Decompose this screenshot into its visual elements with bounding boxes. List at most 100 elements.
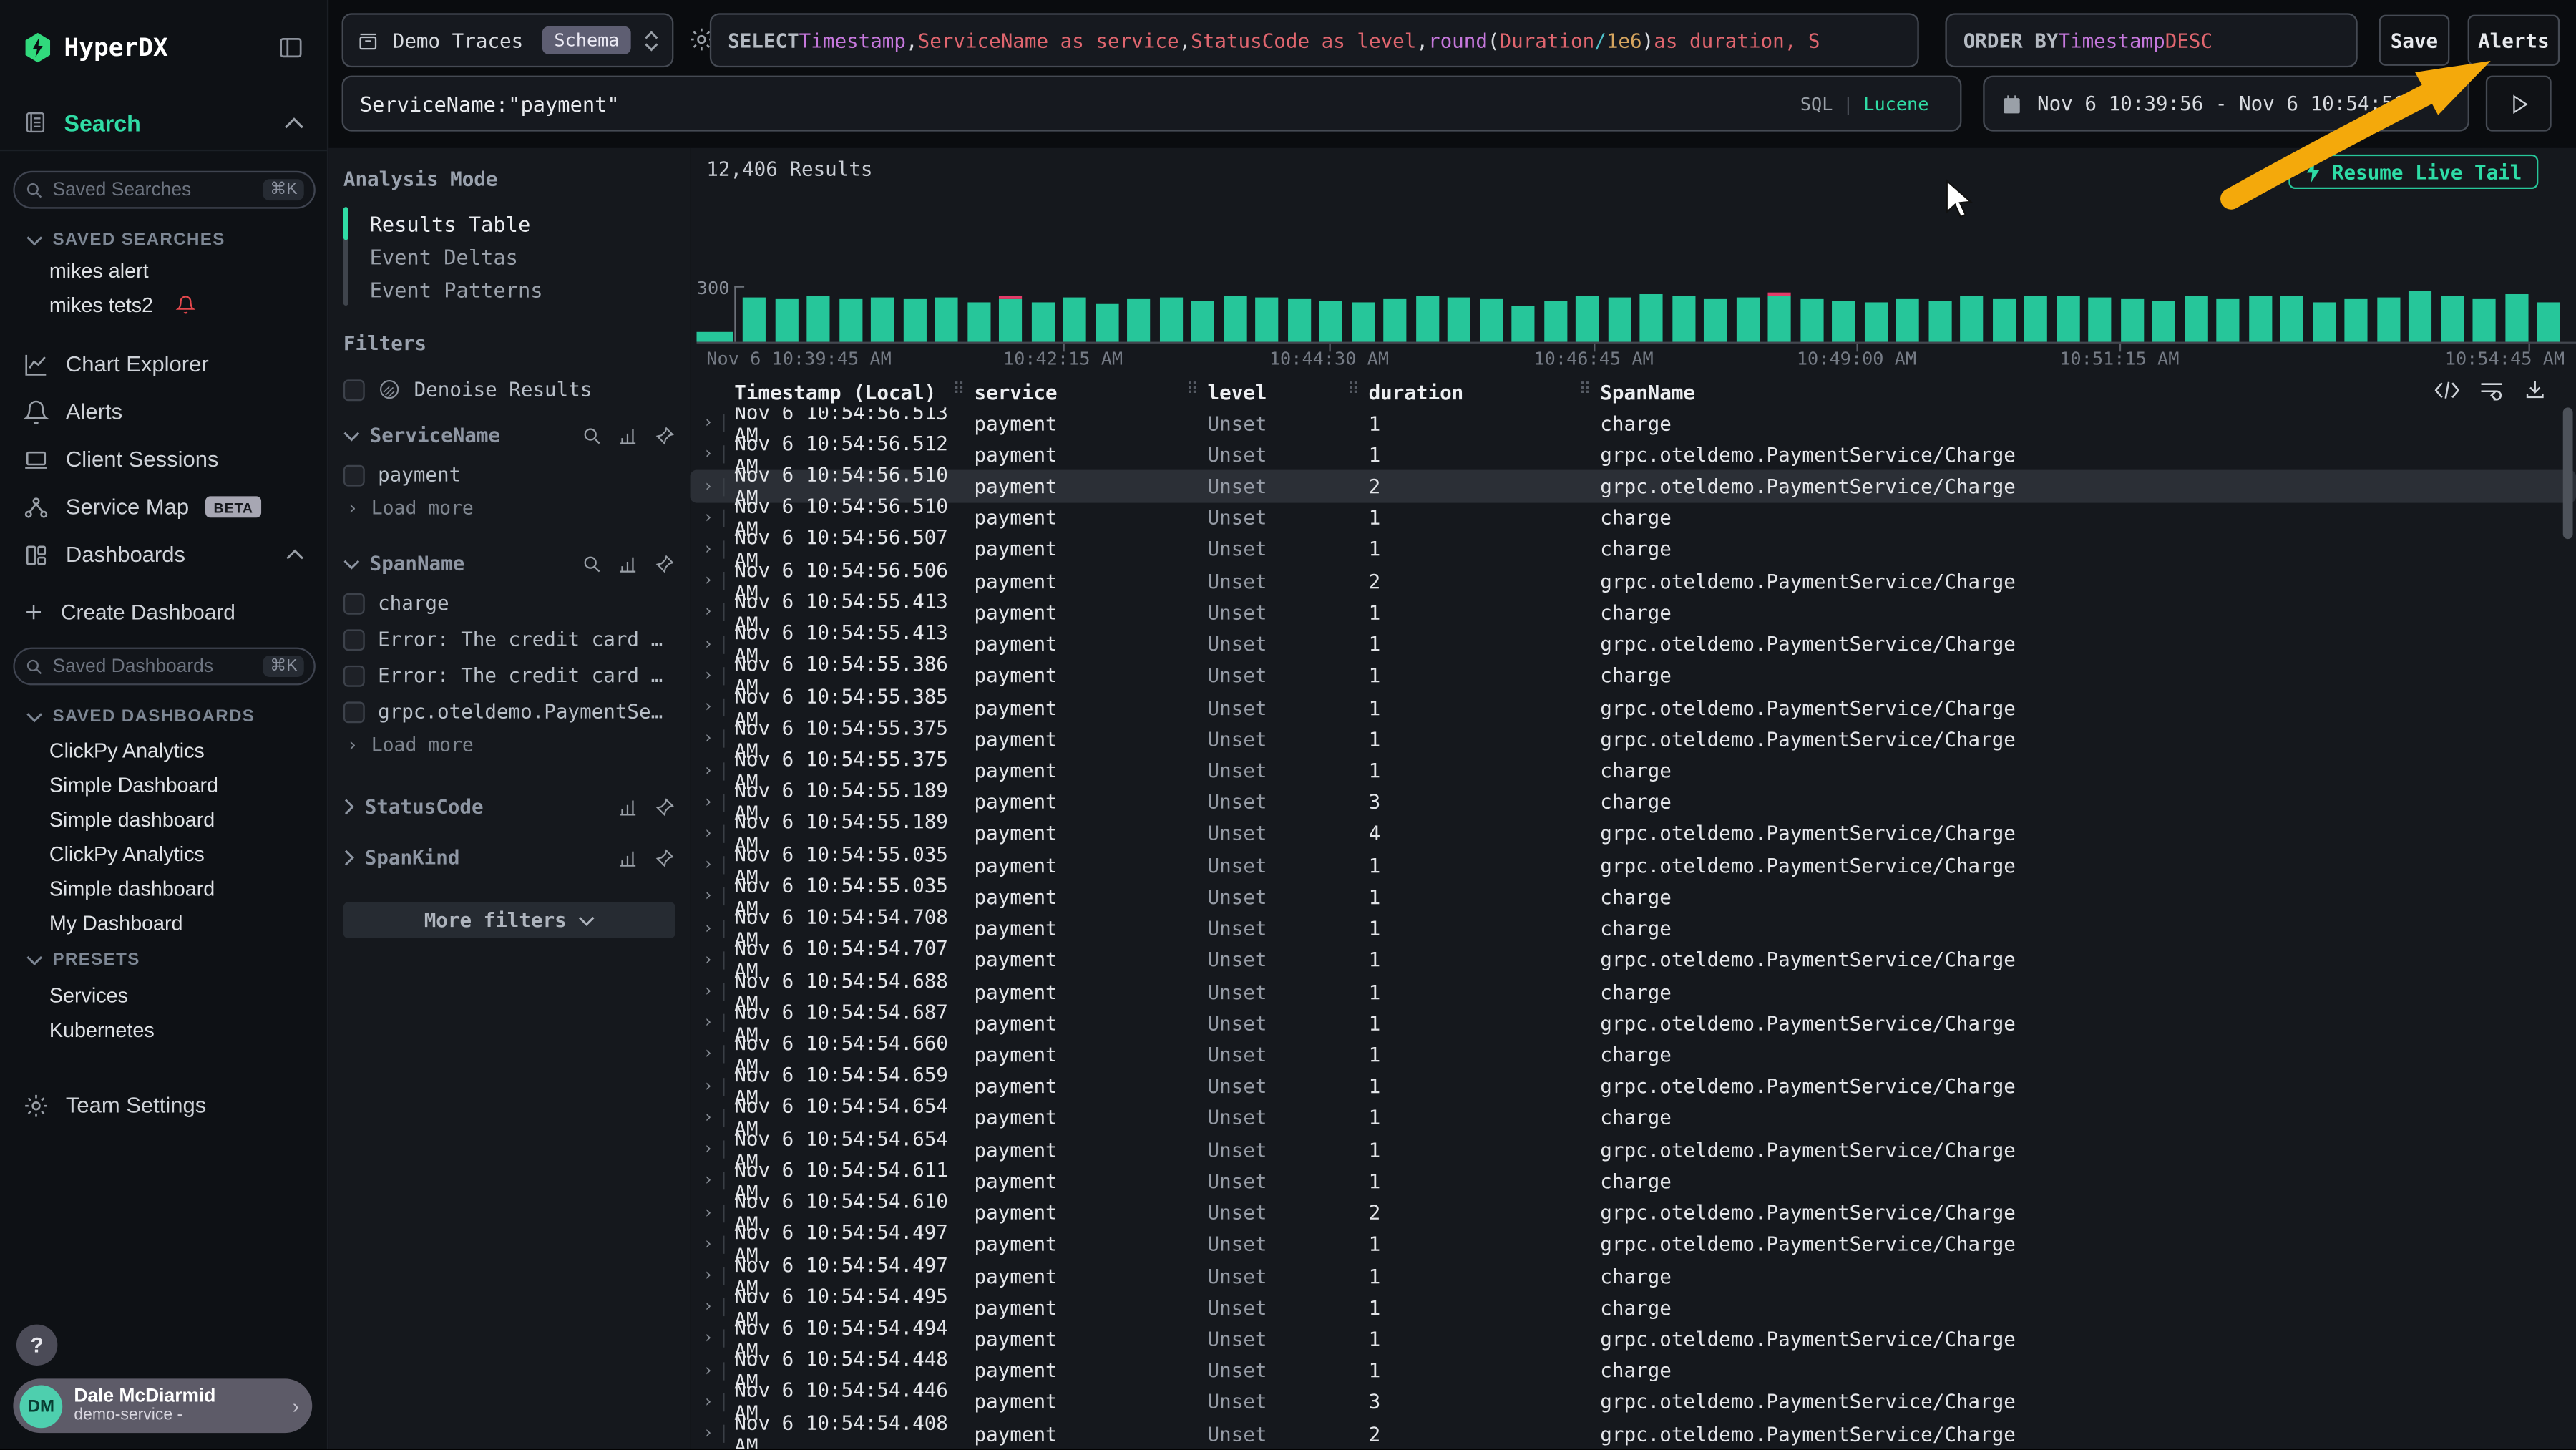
resume-live-tail-button[interactable]: Resume Live Tail bbox=[2289, 155, 2538, 189]
load-more-spanname[interactable]: ›Load more bbox=[343, 729, 675, 759]
filter-group-spankind[interactable]: SpanKind bbox=[343, 837, 675, 880]
histogram-bar[interactable] bbox=[697, 332, 733, 342]
saved-dashboard-item[interactable]: My Dashboard bbox=[0, 905, 327, 940]
histogram-bar[interactable] bbox=[2120, 299, 2143, 342]
histogram-bar[interactable] bbox=[1255, 298, 1278, 342]
expand-row-icon[interactable]: › bbox=[703, 572, 723, 590]
filter-option[interactable]: Error: The credit card … bbox=[343, 621, 675, 658]
saved-dashboards-section-header[interactable]: SAVED DASHBOARDS bbox=[0, 706, 281, 726]
column-timestamp[interactable]: Timestamp (Local) bbox=[734, 381, 974, 404]
histogram-bar[interactable] bbox=[935, 298, 957, 342]
histogram-bar[interactable] bbox=[2472, 299, 2495, 342]
expand-row-icon[interactable]: › bbox=[703, 1362, 723, 1380]
histogram-bar[interactable] bbox=[1672, 296, 1694, 341]
bar-chart-icon[interactable] bbox=[618, 796, 639, 817]
mode-event-patterns[interactable]: Event Patterns bbox=[370, 273, 543, 306]
sidebar-item-dashboards[interactable]: Dashboards bbox=[0, 531, 327, 579]
pin-icon[interactable] bbox=[654, 553, 675, 575]
histogram-bar[interactable] bbox=[1319, 301, 1342, 341]
expand-row-icon[interactable]: › bbox=[703, 1393, 723, 1411]
histogram-bar[interactable] bbox=[1191, 301, 1214, 341]
sidebar-item-chart-explorer[interactable]: Chart Explorer bbox=[0, 340, 327, 388]
histogram-bar[interactable] bbox=[1095, 304, 1118, 342]
histogram-bar[interactable] bbox=[1576, 296, 1599, 341]
filter-group-servicename[interactable]: ServiceName bbox=[343, 414, 675, 457]
expand-row-icon[interactable]: › bbox=[703, 477, 723, 495]
histogram-bar[interactable] bbox=[2537, 302, 2560, 341]
order-by-input[interactable]: ORDER BY Timestamp DESC bbox=[1945, 13, 2357, 67]
histogram-bar[interactable] bbox=[871, 298, 894, 342]
search-icon[interactable] bbox=[582, 425, 603, 447]
expand-row-icon[interactable]: › bbox=[703, 414, 723, 432]
expand-row-icon[interactable]: › bbox=[703, 1014, 723, 1032]
expand-row-icon[interactable]: › bbox=[703, 1046, 723, 1064]
saved-dashboard-item[interactable]: Simple dashboard bbox=[0, 871, 327, 905]
checkbox[interactable] bbox=[343, 464, 365, 486]
vertical-scrollbar[interactable] bbox=[2563, 407, 2573, 539]
load-more-servicename[interactable]: ›Load more bbox=[343, 493, 675, 522]
saved-searches-search[interactable]: ⌘K bbox=[13, 171, 315, 209]
mode-event-deltas[interactable]: Event Deltas bbox=[370, 240, 543, 273]
expand-row-icon[interactable]: › bbox=[703, 730, 723, 748]
histogram-bar[interactable] bbox=[967, 302, 990, 341]
checkbox[interactable] bbox=[343, 379, 365, 400]
expand-row-icon[interactable]: › bbox=[703, 1425, 723, 1443]
alerts-button[interactable]: Alerts bbox=[2468, 15, 2560, 66]
preset-item[interactable]: Services bbox=[0, 978, 327, 1012]
expand-row-icon[interactable]: › bbox=[703, 1330, 723, 1348]
expand-row-icon[interactable]: › bbox=[703, 762, 723, 779]
preset-item[interactable]: Kubernetes bbox=[0, 1012, 327, 1046]
sidebar-item-search[interactable]: Search bbox=[0, 102, 327, 151]
source-select[interactable]: Demo Traces Schema bbox=[342, 13, 674, 67]
histogram-bar[interactable] bbox=[999, 299, 1022, 342]
select-clause-input[interactable]: SELECT Timestamp, ServiceName as service… bbox=[710, 13, 1919, 67]
pin-icon[interactable] bbox=[654, 847, 675, 869]
filter-option[interactable]: Error: The credit card … bbox=[343, 657, 675, 694]
checkbox[interactable] bbox=[343, 593, 365, 614]
sidebar-item-service-map[interactable]: Service Map BETA bbox=[0, 483, 327, 531]
histogram-bar[interactable] bbox=[1031, 302, 1054, 341]
saved-dashboard-item[interactable]: ClickPy Analytics bbox=[0, 837, 327, 871]
denoise-results-toggle[interactable]: Denoise Results bbox=[343, 371, 675, 408]
column-duration[interactable]: ⠿duration bbox=[1369, 381, 1601, 404]
histogram-bar[interactable] bbox=[903, 299, 926, 342]
pin-icon[interactable] bbox=[654, 425, 675, 447]
expand-row-icon[interactable]: › bbox=[703, 793, 723, 811]
expand-row-icon[interactable]: › bbox=[703, 983, 723, 1001]
histogram-bar[interactable] bbox=[1480, 299, 1503, 342]
histogram-bar[interactable] bbox=[2216, 299, 2239, 342]
sql-toggle[interactable]: SQL bbox=[1800, 93, 1833, 115]
histogram-bar[interactable] bbox=[2313, 302, 2336, 341]
expand-row-icon[interactable]: › bbox=[703, 1141, 723, 1159]
mode-results-table[interactable]: Results Table bbox=[370, 207, 543, 240]
histogram-bar[interactable] bbox=[2185, 296, 2207, 341]
saved-search-item[interactable]: mikes tets2 bbox=[0, 288, 327, 322]
histogram-bar[interactable] bbox=[1383, 299, 1406, 342]
histogram-bar[interactable] bbox=[2280, 296, 2303, 341]
histogram-bar[interactable] bbox=[2152, 301, 2175, 341]
sidebar-item-team-settings[interactable]: Team Settings bbox=[0, 1081, 327, 1129]
checkbox[interactable] bbox=[343, 665, 365, 686]
histogram-bar[interactable] bbox=[1351, 302, 1374, 341]
histogram-bar[interactable] bbox=[2409, 291, 2431, 341]
histogram-bar[interactable] bbox=[806, 296, 829, 341]
expand-row-icon[interactable]: › bbox=[703, 636, 723, 653]
checkbox[interactable] bbox=[343, 701, 365, 722]
histogram-bar[interactable] bbox=[2504, 294, 2527, 342]
user-card[interactable]: DM Dale McDiarmid demo-service - › bbox=[13, 1378, 312, 1433]
filter-option[interactable]: charge bbox=[343, 585, 675, 621]
histogram-bar[interactable] bbox=[1415, 296, 1438, 341]
saved-dashboards-search[interactable]: ⌘K bbox=[13, 648, 315, 686]
filter-option-payment[interactable]: payment bbox=[343, 457, 675, 493]
expand-row-icon[interactable]: › bbox=[703, 509, 723, 527]
histogram-bar[interactable] bbox=[1543, 301, 1566, 341]
histogram-bar[interactable] bbox=[2441, 296, 2464, 341]
histogram-bar[interactable] bbox=[1511, 306, 1534, 342]
expand-row-icon[interactable]: › bbox=[703, 920, 723, 938]
search-icon[interactable] bbox=[582, 553, 603, 575]
histogram-bar[interactable] bbox=[2248, 296, 2271, 341]
sidebar-item-alerts[interactable]: Alerts bbox=[0, 388, 327, 436]
expand-row-icon[interactable]: › bbox=[703, 1235, 723, 1253]
expand-row-icon[interactable]: › bbox=[703, 857, 723, 875]
table-row[interactable]: ›Nov 6 10:54:54.408 AMpaymentUnset2grpc.… bbox=[690, 1418, 2576, 1449]
